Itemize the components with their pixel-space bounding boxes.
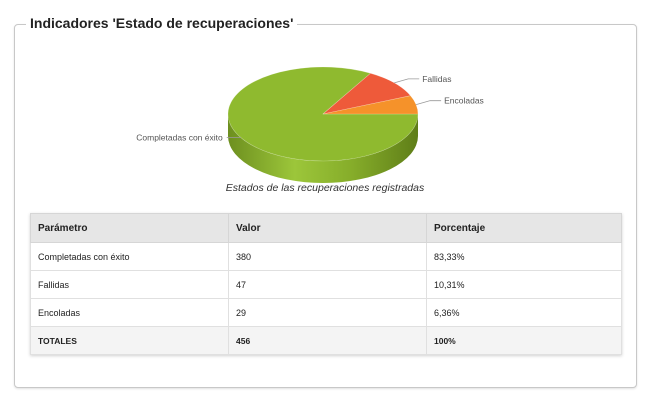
table-row: Completadas con éxito 380 83,33% [30,242,622,271]
cell-parametro: Completadas con éxito [30,242,229,271]
header-valor: Valor [228,213,427,243]
cell-porcentaje: 83,33% [426,242,622,271]
header-porcentaje: Porcentaje [426,213,622,243]
totals-porcentaje: 100% [426,326,622,355]
pie-chart: Completadas con éxito Fallidas Encoladas [136,66,484,183]
chart-caption: Estados de las recuperaciones registrada… [225,182,425,194]
totals-label: TOTALES [30,326,229,355]
cell-valor: 47 [228,270,427,299]
cell-valor: 380 [228,242,427,271]
recoveries-table: Parámetro Valor Porcentaje Completadas c… [30,213,622,355]
cell-porcentaje: 10,31% [426,270,622,299]
pie-leader-line [416,100,442,106]
table-row: Fallidas 47 10,31% [30,270,622,299]
pie-leader-line [394,78,420,84]
cell-valor: 29 [228,298,427,327]
pie-slice-label: Completadas con éxito [136,133,223,143]
cell-parametro: Fallidas [30,270,229,299]
totals-valor: 456 [228,326,427,355]
pie-slice-label: Encoladas [444,96,484,106]
table-row: Encoladas 29 6,36% [30,298,622,327]
pie-slice-label: Fallidas [422,74,451,84]
header-parametro: Parámetro [30,213,229,243]
totals-row: TOTALES 456 100% [30,326,622,355]
table-header-row: Parámetro Valor Porcentaje [30,213,622,243]
cell-parametro: Encoladas [30,298,229,327]
cell-porcentaje: 6,36% [426,298,622,327]
